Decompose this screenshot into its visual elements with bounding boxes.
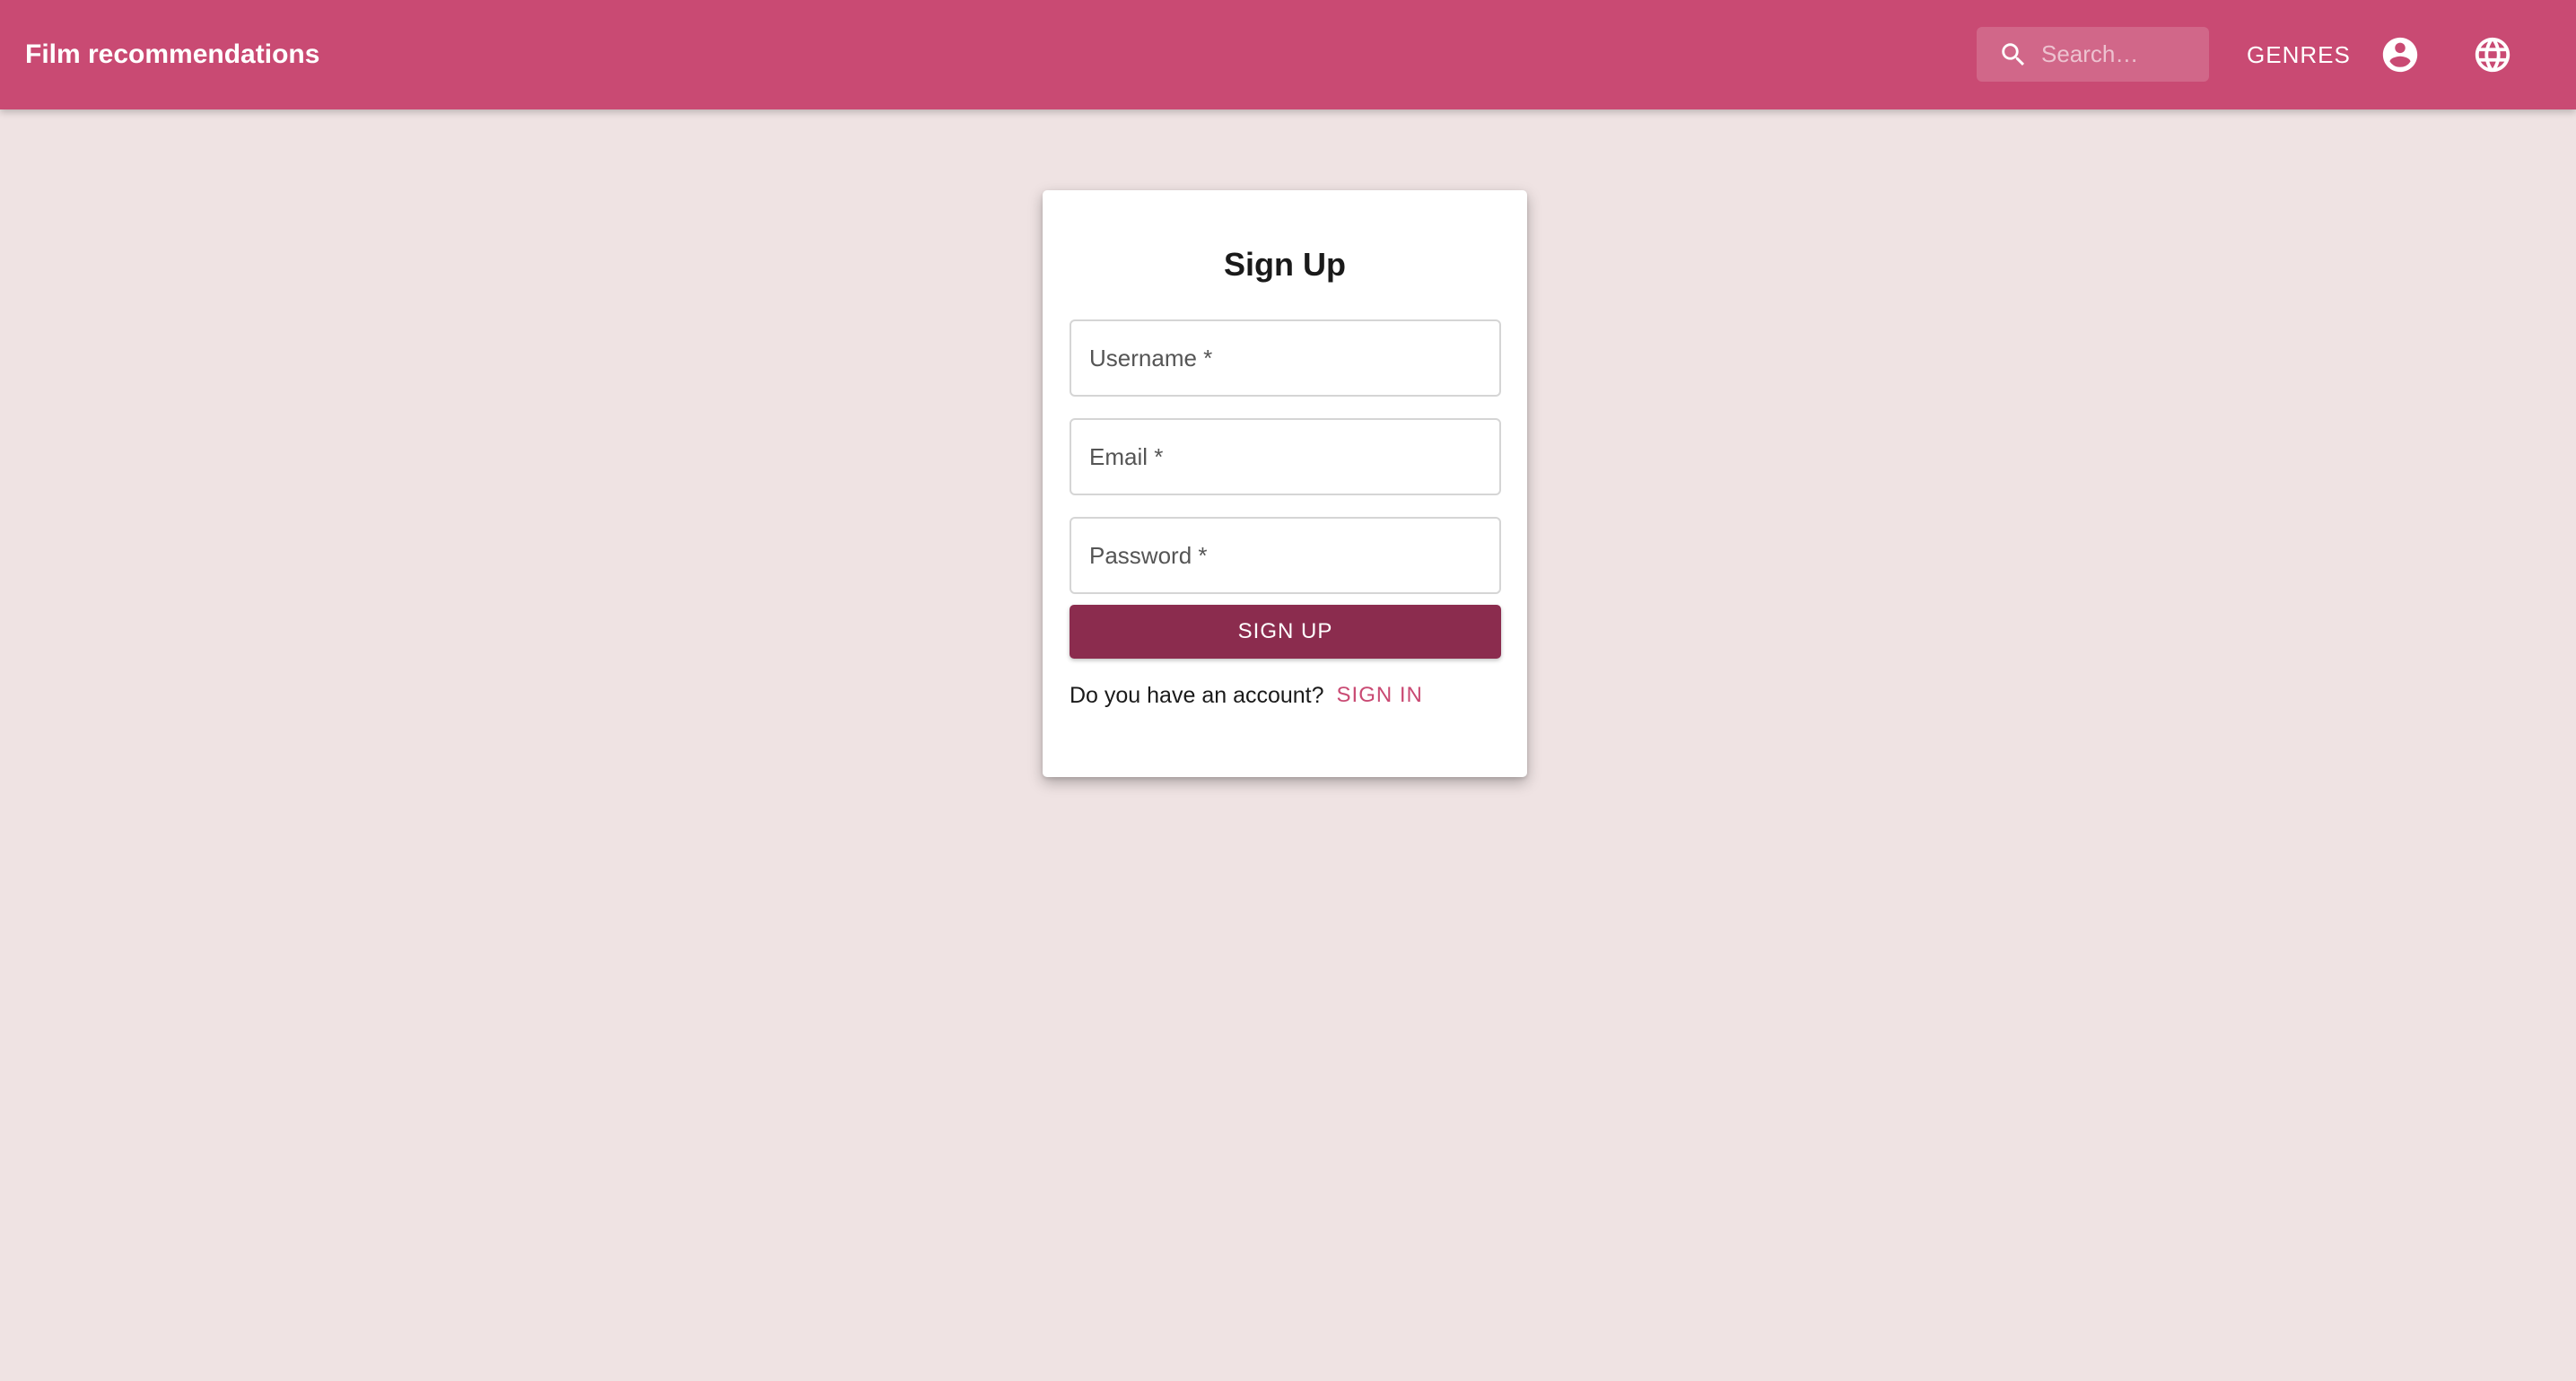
email-label: Email * — [1089, 443, 1164, 470]
page-title: Sign Up — [1224, 246, 1346, 283]
app-bar: Film recommendations GENRES — [0, 0, 2576, 109]
password-label: Password * — [1089, 542, 1208, 569]
search-icon — [2002, 43, 2025, 66]
email-field[interactable]: Email * — [1070, 418, 1501, 495]
sign-up-button[interactable]: SIGN UP — [1070, 605, 1501, 659]
account-prompt: Do you have an account? SIGN IN — [1070, 677, 1423, 713]
globe-icon[interactable] — [2472, 34, 2513, 75]
username-field[interactable]: Username * — [1070, 319, 1501, 397]
account-circle-icon[interactable] — [2380, 34, 2421, 75]
search-box[interactable] — [1977, 27, 2209, 82]
genres-button[interactable]: GENRES — [2231, 27, 2367, 83]
signup-card: Sign Up Username * Email * Password * SI… — [1043, 190, 1527, 777]
sign-in-link[interactable]: SIGN IN — [1337, 683, 1423, 708]
account-question-text: Do you have an account? — [1070, 682, 1324, 708]
username-label: Username * — [1089, 345, 1213, 371]
search-input[interactable] — [2041, 27, 2203, 82]
app-title[interactable]: Film recommendations — [25, 0, 319, 109]
password-field[interactable]: Password * — [1070, 517, 1501, 594]
